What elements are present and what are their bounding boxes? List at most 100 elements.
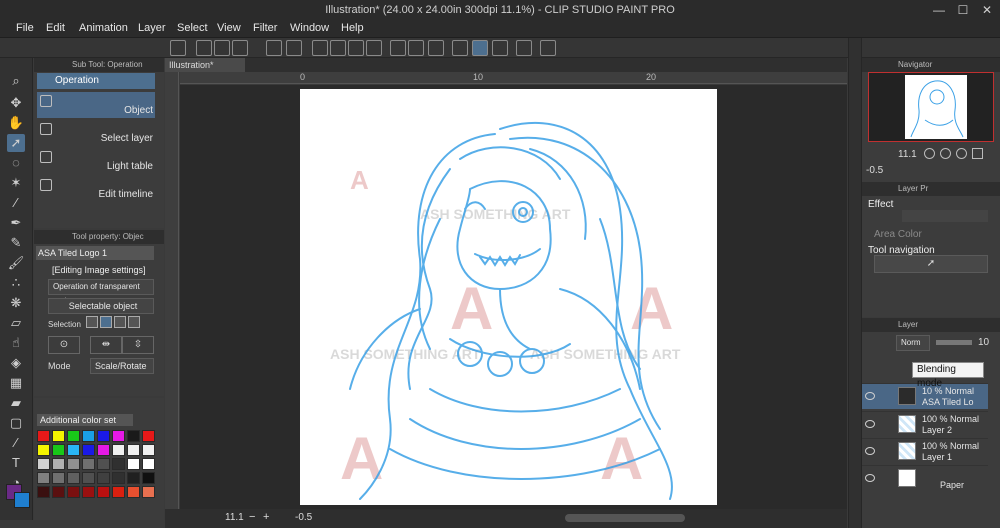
color-swatch[interactable] <box>112 458 125 470</box>
layer-name-field[interactable]: ASA Tiled Logo 1 <box>36 246 154 260</box>
nav-fit-icon[interactable] <box>972 148 983 159</box>
settings-icon[interactable] <box>540 40 556 56</box>
nav-zoom-value[interactable]: 11.1 <box>898 149 917 160</box>
text-tool-icon[interactable]: T <box>7 454 25 472</box>
color-swatch[interactable] <box>142 458 155 470</box>
color-swatch[interactable] <box>37 458 50 470</box>
color-swatch[interactable] <box>52 444 65 456</box>
color-swatch[interactable] <box>97 444 110 456</box>
menu-help[interactable]: Help <box>341 22 364 34</box>
fill-tool-icon[interactable]: ◈ <box>7 354 25 372</box>
color-swatch[interactable] <box>127 486 140 498</box>
pen-tool-icon[interactable]: ✒ <box>7 214 25 232</box>
color-swatch[interactable] <box>67 444 80 456</box>
color-swatch[interactable] <box>82 444 95 456</box>
color-swatch[interactable] <box>82 472 95 484</box>
menu-filter[interactable]: Filter <box>253 22 277 34</box>
magic-wand-icon[interactable]: ✶ <box>7 174 25 192</box>
color-swatch[interactable] <box>97 430 110 442</box>
color-swatch[interactable] <box>52 486 65 498</box>
color-swatch[interactable] <box>52 458 65 470</box>
eraser-tool-icon[interactable]: ▱ <box>7 314 25 332</box>
color-swatch[interactable] <box>97 472 110 484</box>
mode-select[interactable]: Scale/Rotate <box>90 358 154 374</box>
frame-tool-icon[interactable]: ▢ <box>7 414 25 432</box>
snap-ruler-icon[interactable] <box>452 40 468 56</box>
color-swatch[interactable] <box>67 458 80 470</box>
tab-illustration[interactable]: Illustration* <box>165 58 245 72</box>
snap-grid-icon[interactable] <box>492 40 508 56</box>
sub-tool-object[interactable]: Object <box>37 92 155 118</box>
layer-row[interactable]: 100 % Normal Layer 2 <box>862 411 988 437</box>
airbrush-tool-icon[interactable]: ∴ <box>7 274 25 292</box>
opacity-value[interactable]: 10 <box>978 337 989 348</box>
visibility-eye-icon[interactable] <box>865 392 875 400</box>
visibility-eye-icon[interactable] <box>865 474 875 482</box>
zoom-out-icon[interactable]: − <box>249 511 255 523</box>
minimize-button[interactable]: — <box>928 2 950 18</box>
color-swatch[interactable] <box>67 472 80 484</box>
color-swatch[interactable] <box>67 486 80 498</box>
color-swatch[interactable] <box>52 430 65 442</box>
rotate-button[interactable]: ⊙ <box>48 336 80 354</box>
sub-tool-edit-timeline[interactable]: Edit timeline <box>37 176 155 202</box>
color-swatch[interactable] <box>37 486 50 498</box>
menu-window[interactable]: Window <box>290 22 329 34</box>
blend-tool-icon[interactable]: ☝ <box>7 334 25 352</box>
show-selection-icon[interactable] <box>428 40 444 56</box>
blending-mode-select[interactable]: Norm <box>896 335 930 351</box>
eyedropper-icon[interactable]: ⁄ <box>7 194 25 212</box>
lasso-tool-icon[interactable]: ◌ <box>7 154 25 172</box>
zoom-in-icon[interactable]: + <box>263 511 269 523</box>
zoom-tool-icon[interactable]: ⌕ <box>7 72 25 90</box>
menu-layer[interactable]: Layer <box>138 22 166 34</box>
horizontal-scrollbar[interactable] <box>565 514 685 522</box>
color-swatch[interactable] <box>127 458 140 470</box>
color-swatch[interactable] <box>82 430 95 442</box>
color-swatch[interactable] <box>37 472 50 484</box>
nav-zoom-in-icon[interactable] <box>940 148 951 159</box>
color-swatch[interactable] <box>142 444 155 456</box>
color-swatch[interactable] <box>112 430 125 442</box>
open-file-icon[interactable] <box>214 40 230 56</box>
save-icon[interactable] <box>232 40 248 56</box>
selection-option-3[interactable] <box>114 316 126 328</box>
invert-selection-icon[interactable] <box>408 40 424 56</box>
opacity-slider[interactable] <box>936 340 972 345</box>
snap-special-ruler-icon[interactable] <box>472 40 488 56</box>
menu-edit[interactable]: Edit <box>46 22 65 34</box>
sub-color-swatch[interactable] <box>14 492 30 508</box>
nav-zoom-out-icon[interactable] <box>924 148 935 159</box>
maximize-button[interactable]: ☐ <box>952 2 974 18</box>
selection-option-4[interactable] <box>128 316 140 328</box>
decoration-tool-icon[interactable]: ❋ <box>7 294 25 312</box>
effect-buttons[interactable] <box>902 210 988 222</box>
canvas-paper[interactable]: A ASH SOMETHING ART ASH SOMETHING ART AS… <box>300 89 717 505</box>
move-tool-icon[interactable]: ✥ <box>7 94 25 112</box>
sub-tool-light-table[interactable]: Light table <box>37 148 155 174</box>
brush-tool-icon[interactable]: 🖌 <box>7 254 25 272</box>
figure-tool-icon[interactable]: ▰ <box>7 394 25 412</box>
crop-icon[interactable] <box>366 40 382 56</box>
selection-option-2[interactable] <box>100 316 112 328</box>
nav-rotate-value[interactable]: -0.5 <box>866 165 883 176</box>
flip-horizontal-button[interactable]: ⇹ <box>90 336 122 354</box>
color-swatch[interactable] <box>97 458 110 470</box>
flip-vertical-button[interactable]: ⇳ <box>122 336 154 354</box>
sub-tool-group[interactable]: Operation <box>37 73 155 89</box>
clip-studio-icon[interactable] <box>170 40 186 56</box>
editing-image-settings[interactable]: [Editing Image settings] <box>52 265 146 275</box>
visibility-eye-icon[interactable] <box>865 447 875 455</box>
color-swatch[interactable] <box>82 486 95 498</box>
nav-zoom-reset-icon[interactable] <box>956 148 967 159</box>
help-icon[interactable] <box>516 40 532 56</box>
new-file-icon[interactable] <box>196 40 212 56</box>
hand-tool-icon[interactable]: ✋ <box>7 114 25 132</box>
tool-navigation-button[interactable]: ➚ <box>874 255 988 273</box>
deselect-icon[interactable] <box>390 40 406 56</box>
color-swatch[interactable] <box>142 486 155 498</box>
color-swatch[interactable] <box>67 430 80 442</box>
menu-view[interactable]: View <box>217 22 241 34</box>
navigator-preview[interactable] <box>868 72 994 142</box>
color-swatch[interactable] <box>37 444 50 456</box>
